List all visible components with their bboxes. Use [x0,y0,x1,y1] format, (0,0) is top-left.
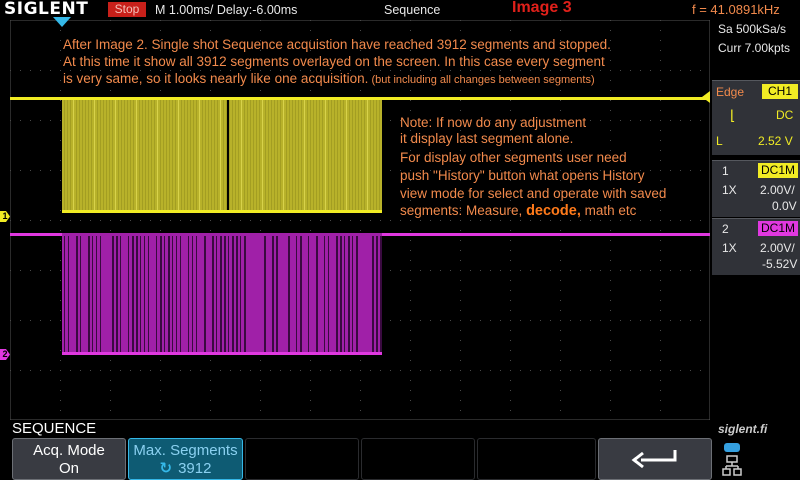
trigger-level-marker[interactable] [702,91,710,103]
trigger-info-box[interactable]: Edge CH1 ⌊ DC L 2.52 V [712,80,800,155]
annotation-small-text: (but including all changes between segme… [368,74,595,86]
back-softkey[interactable] [598,438,712,480]
return-arrow-icon [631,450,677,469]
frequency-counter: f = 41.0891kHz [692,2,780,17]
annotation-text: math etc [580,203,637,218]
timebase-readout[interactable]: M 1.00ms/ Delay:-6.00ms [155,1,297,19]
empty-softkey[interactable] [361,438,475,480]
image-annotation-title: Image 3 [512,0,572,16]
ch2-offset-marker[interactable]: 2 [0,349,10,360]
run-stop-status-badge[interactable]: Stop [108,2,146,17]
ch1-offset: 0.0V [772,199,797,213]
trigger-coupling: DC [776,108,794,122]
annotation-line: view mode for select and operate with sa… [400,186,667,201]
status-bar: SIGLENT Stop M 1.00ms/ Delay:-6.00ms Seq… [0,0,800,20]
trigger-position-marker[interactable] [53,17,71,27]
ch1-info-box[interactable]: 1 DC1M 1X 2.00V/ 0.0V [712,160,800,217]
annotation-line: it display last segment alone. [400,131,574,146]
annotation-line: After Image 2. Single shot Sequence acqu… [63,37,611,52]
usb-lan-status-icon [722,443,742,476]
annotation-emphasis: decode, [526,203,581,219]
ch2-offset: -5.52V [762,257,798,271]
ch2-info-box[interactable]: 2 DC1M 1X 2.00V/ -5.52V [712,218,800,275]
siglent-logo: SIGLENT [4,0,89,19]
annotation-line: At this time it show all 3912 segments o… [63,54,605,69]
ch2-scale: 2.00V/ [760,241,795,255]
empty-softkey[interactable] [245,438,359,480]
softkey-value: ↻ 3912 [159,460,212,477]
ch2-number: 2 [722,222,729,236]
ch2-probe: 1X [722,241,737,255]
ch1-coupling-badge: DC1M [758,163,798,178]
annotation-line: For display other segments user need [400,150,627,165]
memory-depth-readout: Curr 7.00kpts [718,41,791,55]
max-segments-softkey[interactable]: Max. Segments ↻ 3912 [128,438,243,480]
sample-rate-readout: Sa 500kSa/s [718,22,787,36]
knob-adjust-icon: ↻ [159,460,173,477]
softkey-label: Acq. Mode [33,442,105,459]
acq-mode-softkey[interactable]: Acq. Mode On [12,438,126,480]
annotation-text: is very same, so it looks nearly like on… [63,71,369,86]
softkey-label: Max. Segments [133,442,238,459]
trigger-type-label: Edge [716,85,745,99]
annotation-line: is very same, so it looks nearly like on… [63,71,595,88]
annotation-line: Note: If now do any adjustment [400,115,587,130]
menu-title: SEQUENCE [12,420,97,437]
acquisition-mode-title: Sequence [384,3,441,17]
trigger-level-label: L [716,134,723,148]
ch2-coupling-badge: DC1M [758,221,798,236]
trigger-level-value: 2.52 V [758,134,793,148]
ch1-scale: 2.00V/ [760,183,795,197]
trigger-source-badge: CH1 [762,84,798,99]
rising-edge-icon: ⌊ [730,107,736,123]
ch1-offset-marker[interactable]: 1 [0,211,10,222]
softkey-value: On [58,460,79,477]
annotation-line: segments: Measure, decode, math etc [400,203,636,219]
ch1-probe: 1X [722,183,737,197]
watermark: siglent.fi [718,422,768,436]
annotation-line: push "History" button what opens History [400,168,645,183]
empty-softkey[interactable] [477,438,596,480]
annotation-text: segments: Measure, [400,203,527,218]
info-panel: Sa 500kSa/s Curr 7.00kpts Edge CH1 ⌊ DC … [712,20,800,420]
ch1-number: 1 [722,164,729,178]
